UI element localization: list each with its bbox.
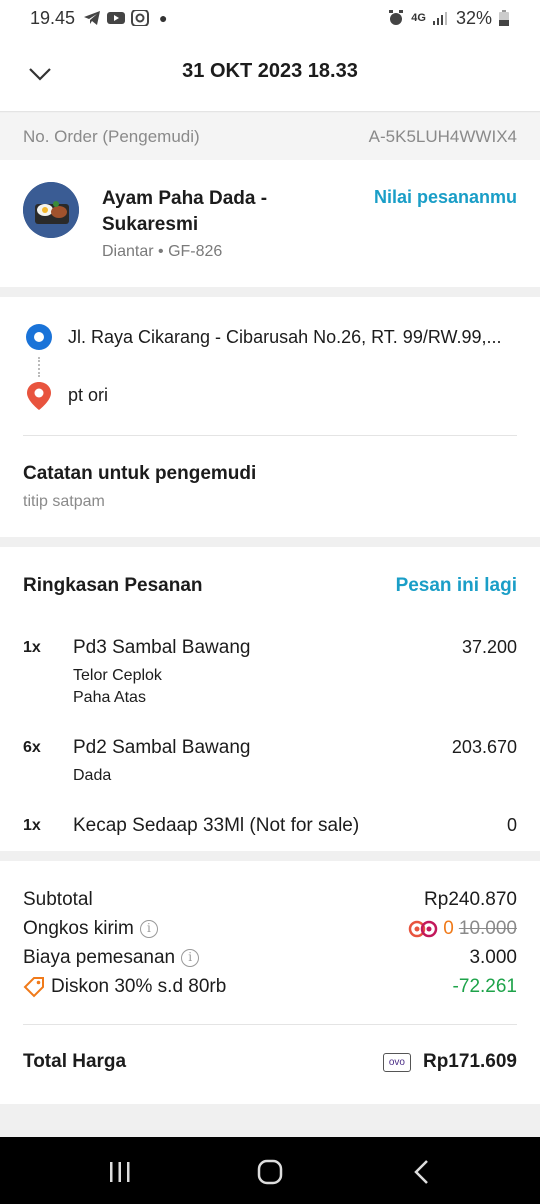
rate-order-link[interactable]: Nilai pesananmu — [374, 187, 517, 208]
pickup-location-icon — [26, 324, 52, 350]
pickup-address: Jl. Raya Cikarang - Cibarusah No.26, RT.… — [68, 327, 502, 347]
home-icon[interactable] — [257, 1159, 283, 1185]
battery-percent: 32% — [455, 7, 492, 28]
total-label: Total Harga — [23, 1051, 127, 1072]
info-icon[interactable]: i — [181, 949, 200, 967]
driver-note-title: Catatan untuk pengemudi — [23, 463, 257, 484]
payment-details-card: Subtotal Rp240.870 Ongkos kirim i 0 10.0… — [0, 861, 540, 1104]
merchant-card: Ayam Paha Dada - Sukaresmi Diantar • GF-… — [0, 160, 540, 287]
item-qty: 6x — [23, 739, 41, 756]
recent-apps-icon[interactable] — [108, 1161, 132, 1183]
page-title: 31 OKT 2023 18.33 — [182, 60, 358, 82]
system-nav-bar — [0, 1137, 540, 1204]
delivery-fee-row: Ongkos kirim i 0 10.000 — [23, 916, 517, 942]
order-number-value: A-5K5LUH4WWIX4 — [368, 126, 517, 146]
order-number-row: No. Order (Pengemudi) A-5K5LUH4WWIX4 — [0, 113, 540, 160]
discount-row: Diskon 30% s.d 80rb -72.261 — [23, 974, 517, 1000]
item-name: Pd2 Sambal Bawang — [73, 737, 251, 758]
item-price: 203.670 — [451, 737, 517, 757]
order-summary-card: Ringkasan Pesanan Pesan ini lagi 1x Pd3 … — [0, 547, 540, 851]
youtube-icon — [107, 12, 126, 24]
order-fee-row: Biaya pemesanan i 3.000 — [23, 945, 517, 971]
subtotal-value: Rp240.870 — [424, 889, 517, 910]
item-option: Telor Ceplok — [73, 667, 162, 684]
signal-icon — [432, 12, 447, 25]
driver-note-text: titip satpam — [23, 493, 105, 510]
promo-tag-icon — [23, 977, 44, 998]
total-value: Rp171.609 — [422, 1051, 517, 1072]
delivery-fee-value: 0 — [443, 918, 454, 939]
instagram-icon — [131, 10, 150, 26]
network-type: 4G — [411, 12, 426, 24]
item-name: Kecap Sedaap 33Ml (Not for sale) — [73, 815, 360, 836]
app-header: 31 OKT 2023 18.33 — [0, 36, 540, 112]
item-qty: 1x — [23, 639, 41, 656]
back-icon[interactable] — [412, 1159, 432, 1185]
item-option: Dada — [73, 767, 112, 784]
status-time: 19.45 — [30, 7, 76, 28]
item-name: Pd3 Sambal Bawang — [73, 637, 251, 658]
subtotal-label: Subtotal — [23, 889, 93, 910]
discount-value: -72.261 — [452, 976, 517, 997]
divider — [23, 435, 517, 436]
destination-pin-icon — [27, 382, 51, 410]
destination-address: pt ori — [68, 385, 109, 405]
item-option: Paha Atas — [73, 689, 146, 706]
order-fee-label: Biaya pemesanan — [23, 947, 176, 968]
discount-label: Diskon 30% s.d 80rb — [51, 976, 227, 997]
merchant-name: Ayam Paha Dada - Sukaresmi — [102, 188, 268, 235]
order-number-label: No. Order (Pengemudi) — [23, 126, 200, 146]
delivery-fee-label: Ongkos kirim — [23, 918, 134, 939]
merchant-subtitle: Diantar • GF-826 — [102, 243, 223, 260]
item-price: 37.200 — [461, 637, 517, 657]
ovo-payment-badge: ovo — [382, 1052, 411, 1072]
item-qty: 1x — [23, 817, 41, 834]
route-card: Jl. Raya Cikarang - Cibarusah No.26, RT.… — [0, 297, 540, 537]
route-connector — [38, 357, 40, 377]
alarm-icon — [389, 10, 404, 25]
info-icon[interactable]: i — [139, 920, 158, 938]
subscription-badge-icon — [409, 920, 438, 938]
item-price: 0 — [506, 815, 517, 835]
order-fee-value: 3.000 — [469, 947, 517, 968]
subtotal-row: Subtotal Rp240.870 — [23, 887, 517, 913]
merchant-avatar — [23, 182, 79, 238]
summary-title: Ringkasan Pesanan — [23, 575, 203, 596]
notification-dot-icon: ● — [159, 10, 168, 26]
delivery-fee-original: 10.000 — [458, 918, 517, 939]
battery-icon — [499, 10, 509, 26]
divider — [23, 1024, 517, 1025]
status-bar: 19.45 ● 4G 32% — [0, 0, 540, 36]
reorder-button[interactable]: Pesan ini lagi — [396, 575, 517, 597]
telegram-icon — [84, 11, 101, 25]
